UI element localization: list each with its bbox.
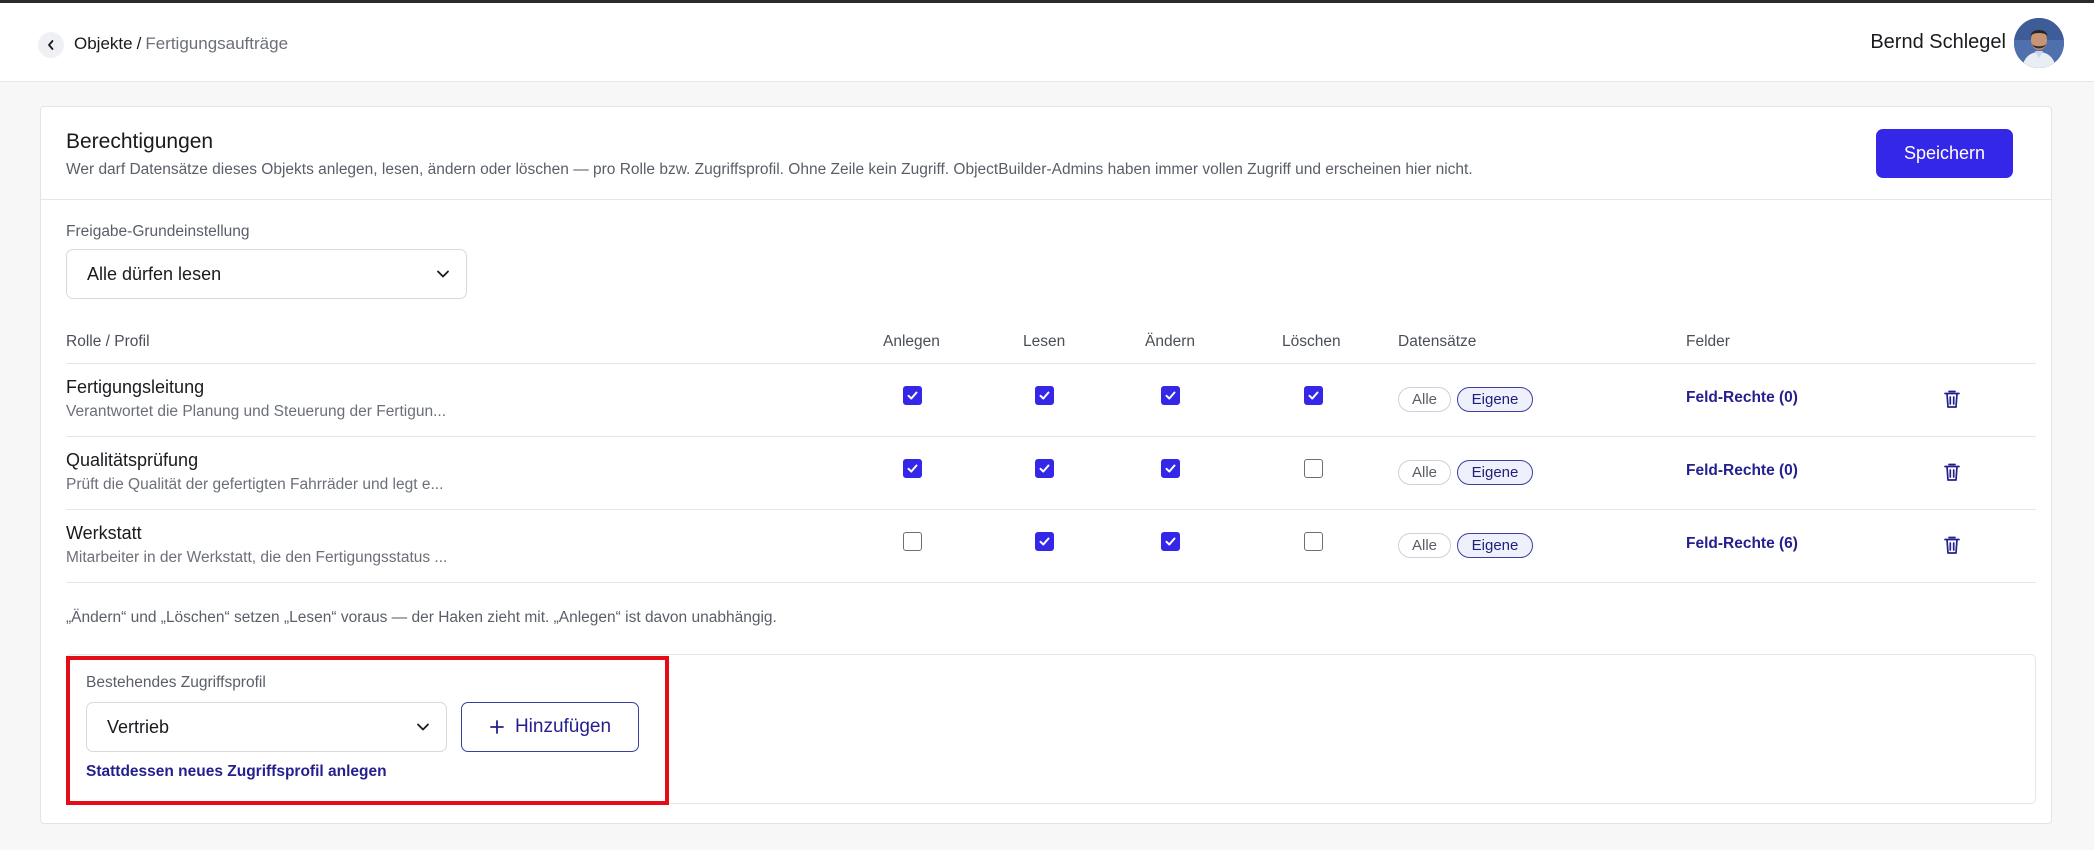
role-description: Verantwortet die Planung und Steuerung d… bbox=[66, 403, 446, 420]
check-icon bbox=[1039, 464, 1050, 473]
plus-icon bbox=[490, 720, 504, 734]
new-profile-link[interactable]: Stattdessen neues Zugriffsprofil anlegen bbox=[86, 763, 387, 781]
column-fields: Felder bbox=[1686, 333, 1730, 350]
breadcrumb-separator: / bbox=[136, 34, 142, 53]
column-role: Rolle / Profil bbox=[66, 333, 150, 350]
check-icon bbox=[1039, 391, 1050, 400]
check-icon bbox=[907, 391, 918, 400]
default-share-value: Alle dürfen lesen bbox=[87, 263, 222, 284]
permissions-note: „Ändern“ und „Löschen“ setzen „Lesen“ vo… bbox=[66, 609, 777, 626]
check-icon bbox=[1308, 391, 1319, 400]
check-icon bbox=[1039, 537, 1050, 546]
add-profile-button[interactable]: Hinzufügen bbox=[461, 702, 639, 752]
column-delete: Löschen bbox=[1282, 333, 1341, 350]
check-icon bbox=[1165, 464, 1176, 473]
delete-checkbox[interactable] bbox=[1304, 386, 1323, 405]
role-name: Werkstatt bbox=[66, 523, 142, 543]
permissions-description: Wer darf Datensätze dieses Objekts anleg… bbox=[66, 161, 1473, 178]
check-icon bbox=[1165, 537, 1176, 546]
chevron-down-icon bbox=[417, 723, 429, 731]
column-create: Anlegen bbox=[883, 333, 940, 350]
trash-icon[interactable] bbox=[1943, 535, 1961, 555]
read-checkbox[interactable] bbox=[1035, 532, 1054, 551]
breadcrumb-current: Fertigungsaufträge bbox=[145, 34, 289, 53]
column-update: Ändern bbox=[1145, 333, 1195, 350]
read-checkbox[interactable] bbox=[1035, 459, 1054, 478]
breadcrumb: Objekte / Fertigungsaufträge bbox=[74, 33, 288, 55]
user-name: Bernd Schlegel bbox=[1870, 31, 2006, 53]
field-rights-link[interactable]: Feld-Rechte (0) bbox=[1686, 389, 1798, 407]
row-divider bbox=[66, 509, 2036, 510]
delete-checkbox[interactable] bbox=[1304, 459, 1323, 478]
default-share-label: Freigabe-Grundeinstellung bbox=[66, 223, 250, 240]
check-icon bbox=[1165, 391, 1176, 400]
back-button[interactable] bbox=[38, 32, 64, 58]
create-checkbox[interactable] bbox=[903, 386, 922, 405]
delete-checkbox[interactable] bbox=[1304, 532, 1323, 551]
create-checkbox[interactable] bbox=[903, 532, 922, 551]
trash-icon[interactable] bbox=[1943, 389, 1961, 409]
records-all-pill[interactable]: Alle bbox=[1398, 533, 1451, 558]
row-divider bbox=[66, 582, 2036, 583]
existing-profile-value: Vertrieb bbox=[107, 716, 170, 737]
column-records: Datensätze bbox=[1398, 333, 1477, 350]
role-name: Qualitätsprüfung bbox=[66, 450, 199, 470]
breadcrumb-objekte[interactable]: Objekte bbox=[74, 34, 133, 53]
records-all-pill[interactable]: Alle bbox=[1398, 387, 1451, 412]
permissions-header: Berechtigungen Wer darf Datensätze diese… bbox=[41, 107, 2051, 200]
chevron-down-icon bbox=[437, 270, 449, 278]
field-rights-link[interactable]: Feld-Rechte (6) bbox=[1686, 535, 1798, 553]
update-checkbox[interactable] bbox=[1161, 459, 1180, 478]
save-button[interactable]: Speichern bbox=[1876, 129, 2013, 178]
role-description: Prüft die Qualität der gefertigten Fahrr… bbox=[66, 476, 444, 493]
avatar-image bbox=[2014, 18, 2064, 68]
create-checkbox[interactable] bbox=[903, 459, 922, 478]
existing-profile-select[interactable]: Vertrieb bbox=[86, 702, 447, 752]
update-checkbox[interactable] bbox=[1161, 386, 1180, 405]
app-header: Objekte / Fertigungsaufträge Bernd Schlege… bbox=[0, 3, 2094, 82]
chevron-left-icon bbox=[48, 40, 54, 50]
existing-profile-label: Bestehendes Zugriffsprofil bbox=[86, 674, 266, 691]
read-checkbox[interactable] bbox=[1035, 386, 1054, 405]
records-own-pill[interactable]: Eigene bbox=[1457, 533, 1533, 558]
records-own-pill[interactable]: Eigene bbox=[1457, 460, 1533, 485]
default-share-select[interactable]: Alle dürfen lesen bbox=[66, 249, 467, 299]
permissions-title: Berechtigungen bbox=[66, 130, 214, 153]
column-read: Lesen bbox=[1023, 333, 1066, 350]
row-divider bbox=[66, 436, 2036, 437]
records-own-pill[interactable]: Eigene bbox=[1457, 387, 1533, 412]
add-profile-label: Hinzufügen bbox=[514, 716, 612, 737]
role-description: Mitarbeiter in der Werkstatt, die den Fe… bbox=[66, 549, 448, 566]
update-checkbox[interactable] bbox=[1161, 532, 1180, 551]
role-name: Fertigungsleitung bbox=[66, 377, 205, 397]
records-all-pill[interactable]: Alle bbox=[1398, 460, 1451, 485]
check-icon bbox=[907, 464, 918, 473]
avatar[interactable] bbox=[2014, 18, 2064, 68]
trash-icon[interactable] bbox=[1943, 462, 1961, 482]
table-header-divider bbox=[66, 363, 2036, 364]
field-rights-link[interactable]: Feld-Rechte (0) bbox=[1686, 462, 1798, 480]
